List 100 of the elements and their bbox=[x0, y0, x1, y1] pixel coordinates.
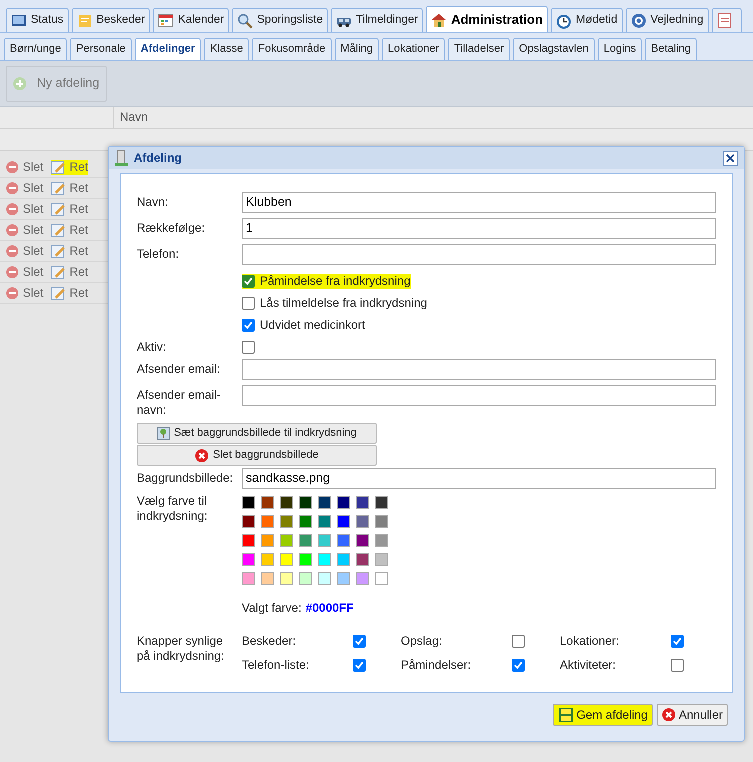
input-field[interactable] bbox=[242, 244, 716, 265]
color-swatch[interactable] bbox=[375, 572, 388, 585]
pencil-icon bbox=[50, 222, 66, 238]
checkbox-option[interactable]: Udvidet medicinkort bbox=[242, 318, 366, 332]
tab[interactable]: Afdelinger bbox=[134, 38, 202, 60]
checkbox[interactable] bbox=[671, 659, 684, 672]
tab[interactable]: Beskeder bbox=[72, 8, 150, 32]
color-swatch[interactable] bbox=[375, 515, 388, 528]
tab[interactable]: Opslagstavlen bbox=[513, 38, 595, 60]
delete-link[interactable]: Slet bbox=[23, 180, 44, 196]
delete-link[interactable]: Slet bbox=[23, 160, 44, 174]
color-swatch[interactable] bbox=[261, 515, 274, 528]
edit-link[interactable]: Ret bbox=[50, 264, 88, 280]
color-swatch[interactable] bbox=[318, 553, 331, 566]
image-button[interactable]: Slet baggrundsbillede bbox=[137, 445, 377, 466]
checkbox[interactable] bbox=[512, 635, 525, 648]
tab[interactable]: Sporingsliste bbox=[232, 8, 328, 32]
tab[interactable]: Mødetid bbox=[551, 8, 623, 32]
tab[interactable]: Status bbox=[6, 8, 69, 32]
checkbox[interactable] bbox=[242, 341, 255, 354]
color-swatch[interactable] bbox=[337, 496, 350, 509]
color-swatch[interactable] bbox=[375, 496, 388, 509]
tab[interactable]: Kalender bbox=[153, 8, 230, 32]
color-swatch[interactable] bbox=[242, 496, 255, 509]
tab[interactable]: Personale bbox=[70, 38, 132, 60]
color-swatch[interactable] bbox=[280, 515, 293, 528]
input-field[interactable] bbox=[242, 385, 716, 406]
color-swatch[interactable] bbox=[299, 534, 312, 547]
color-swatch[interactable] bbox=[299, 496, 312, 509]
close-button[interactable] bbox=[723, 150, 738, 166]
checkbox[interactable] bbox=[353, 635, 366, 648]
delete-link[interactable]: Slet bbox=[23, 264, 44, 280]
tab[interactable]: Administration bbox=[426, 6, 548, 32]
color-swatch[interactable] bbox=[242, 534, 255, 547]
checkbox-option[interactable]: Påmindelse fra indkrydsning bbox=[242, 274, 411, 288]
edit-link[interactable]: Ret bbox=[50, 286, 88, 300]
minus-icon bbox=[6, 286, 19, 300]
color-swatch[interactable] bbox=[356, 572, 369, 585]
color-swatch[interactable] bbox=[356, 496, 369, 509]
color-swatch[interactable] bbox=[299, 572, 312, 585]
color-swatch[interactable] bbox=[261, 572, 274, 585]
tab[interactable]: Klasse bbox=[204, 38, 250, 60]
tab[interactable]: Betaling bbox=[645, 38, 698, 60]
tab[interactable]: Lokationer bbox=[382, 38, 446, 60]
tab[interactable]: Logins bbox=[598, 38, 642, 60]
input-field[interactable]: Klubben bbox=[242, 192, 716, 213]
tab[interactable]: Måling bbox=[334, 38, 380, 60]
monitor-icon bbox=[11, 12, 27, 28]
color-swatch[interactable] bbox=[242, 515, 255, 528]
image-button[interactable]: Sæt baggrundsbillede til indkrydsning bbox=[137, 423, 377, 444]
color-swatch[interactable] bbox=[337, 534, 350, 547]
tab[interactable] bbox=[712, 8, 742, 32]
checkbox-option[interactable]: Lås tilmeldelse fra indkrydsning bbox=[242, 296, 428, 310]
delete-link[interactable]: Slet bbox=[23, 222, 44, 238]
color-swatch[interactable] bbox=[280, 553, 293, 566]
tab[interactable]: Vejledning bbox=[626, 8, 709, 32]
delete-link[interactable]: Slet bbox=[23, 244, 44, 258]
color-swatch[interactable] bbox=[280, 534, 293, 547]
color-swatch[interactable] bbox=[337, 553, 350, 566]
color-swatch[interactable] bbox=[375, 553, 388, 566]
checkbox[interactable] bbox=[671, 635, 684, 648]
color-swatch[interactable] bbox=[242, 572, 255, 585]
checkbox[interactable] bbox=[242, 296, 255, 310]
color-swatch[interactable] bbox=[318, 534, 331, 547]
checkbox[interactable] bbox=[242, 318, 255, 332]
color-swatch[interactable] bbox=[318, 496, 331, 509]
input-field[interactable]: 1 bbox=[242, 218, 716, 239]
checkbox[interactable] bbox=[512, 659, 525, 672]
checkbox[interactable] bbox=[353, 659, 366, 672]
cancel-button[interactable]: Annuller bbox=[656, 704, 728, 726]
color-swatch[interactable] bbox=[337, 515, 350, 528]
color-swatch[interactable] bbox=[375, 534, 388, 547]
tab[interactable]: Børn/unge bbox=[4, 38, 68, 60]
input-field[interactable] bbox=[242, 359, 716, 380]
color-swatch[interactable] bbox=[261, 553, 274, 566]
save-button[interactable]: Gem afdeling bbox=[552, 704, 653, 726]
color-swatch[interactable] bbox=[318, 515, 331, 528]
input-field[interactable]: sandkasse.png bbox=[242, 468, 716, 489]
edit-link[interactable]: Ret bbox=[50, 202, 88, 216]
color-swatch[interactable] bbox=[337, 572, 350, 585]
color-swatch[interactable] bbox=[299, 515, 312, 528]
edit-link[interactable]: Ret bbox=[50, 222, 88, 238]
color-swatch[interactable] bbox=[299, 553, 312, 566]
color-swatch[interactable] bbox=[261, 534, 274, 547]
color-swatch[interactable] bbox=[318, 572, 331, 585]
color-swatch[interactable] bbox=[356, 534, 369, 547]
checkbox[interactable] bbox=[242, 274, 255, 288]
edit-link[interactable]: Ret bbox=[50, 244, 88, 258]
edit-link[interactable]: Ret bbox=[50, 180, 88, 196]
color-swatch[interactable] bbox=[356, 515, 369, 528]
color-swatch[interactable] bbox=[261, 496, 274, 509]
delete-link[interactable]: Slet bbox=[23, 202, 44, 216]
color-swatch[interactable] bbox=[356, 553, 369, 566]
color-swatch[interactable] bbox=[280, 496, 293, 509]
tab[interactable]: Tilladelser bbox=[448, 38, 510, 60]
color-swatch[interactable] bbox=[242, 553, 255, 566]
color-swatch[interactable] bbox=[280, 572, 293, 585]
delete-link[interactable]: Slet bbox=[23, 286, 44, 300]
tab[interactable]: Tilmeldinger bbox=[331, 8, 424, 32]
tab[interactable]: Fokusområde bbox=[252, 38, 332, 60]
